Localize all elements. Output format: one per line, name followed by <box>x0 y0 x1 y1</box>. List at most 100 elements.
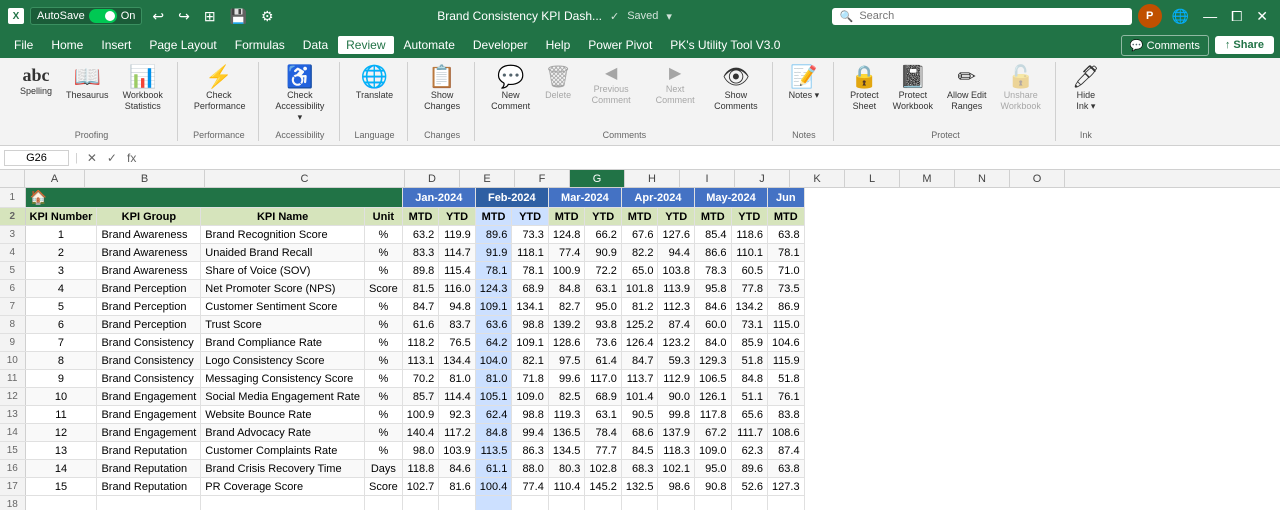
delete-comment-label: Delete <box>545 90 571 101</box>
share-button[interactable]: ↑ Share <box>1215 36 1274 54</box>
col-header-g[interactable]: G <box>570 170 625 187</box>
autosave-state: On <box>121 10 136 22</box>
menu-power-pivot[interactable]: Power Pivot <box>580 36 660 54</box>
protect-workbook-icon: 📓 <box>899 66 926 88</box>
delete-comment-button[interactable]: 🗑 Delete <box>538 62 578 128</box>
menu-insert[interactable]: Insert <box>93 36 139 54</box>
cell-reference-input[interactable] <box>4 150 69 166</box>
apr-2024-header: Apr-2024 <box>621 188 694 208</box>
more-commands-button[interactable]: ⚙ <box>257 6 278 27</box>
autosave-label: AutoSave <box>37 10 85 22</box>
menu-formulas[interactable]: Formulas <box>227 36 293 54</box>
col-header-c[interactable]: C <box>205 170 405 187</box>
mtd-1-header: MTD <box>402 208 439 226</box>
web-icon[interactable]: 🌐 <box>1168 6 1193 27</box>
menu-home[interactable]: Home <box>43 36 91 54</box>
col-header-d[interactable]: D <box>405 170 460 187</box>
redo-button[interactable]: ↪ <box>174 6 194 27</box>
table-row: 14 12 Brand Engagement Brand Advocacy Ra… <box>0 424 804 442</box>
table-row-18: 18 <box>0 496 804 510</box>
performance-buttons: ⚡ CheckPerformance <box>188 62 250 128</box>
menu-review[interactable]: Review <box>338 36 393 54</box>
col-header-j[interactable]: J <box>735 170 790 187</box>
comments-button[interactable]: 💬 Comments <box>1121 35 1209 56</box>
profile-avatar[interactable]: P <box>1138 4 1162 28</box>
row-header-2: 2 <box>0 208 25 226</box>
workbook-statistics-button[interactable]: 📊 WorkbookStatistics <box>117 62 169 128</box>
col-header-l[interactable]: L <box>845 170 900 187</box>
mtd-2-header: MTD <box>475 208 512 226</box>
changes-label: Changes <box>424 128 460 140</box>
next-comment-label: Next Comment <box>650 84 700 106</box>
col-header-o[interactable]: O <box>1010 170 1065 187</box>
thesaurus-button[interactable]: 📖 Thesaurus <box>60 62 115 128</box>
statistics-label: WorkbookStatistics <box>123 90 163 112</box>
autosave-badge[interactable]: AutoSave On <box>30 7 142 25</box>
titlebar-right: 🔍 P 🌐 — ⧠ ✕ <box>832 4 1272 28</box>
ribbon: abc Spelling 📖 Thesaurus 📊 WorkbookStati… <box>0 58 1280 146</box>
quick-access-button[interactable]: ⊞ <box>200 6 220 27</box>
show-comments-label: ShowComments <box>714 90 758 112</box>
spelling-icon: abc <box>23 66 50 84</box>
protect-workbook-button[interactable]: 📓 ProtectWorkbook <box>887 62 939 128</box>
col-header-e[interactable]: E <box>460 170 515 187</box>
menu-file[interactable]: File <box>6 36 41 54</box>
comments-group-label: Comments <box>603 128 647 140</box>
col-header-b[interactable]: B <box>85 170 205 187</box>
ribbon-group-protect: 🔒 ProtectSheet 📓 ProtectWorkbook ✏ Allow… <box>836 62 1056 141</box>
accessibility-icon: ♿ <box>286 66 313 88</box>
formula-input[interactable] <box>143 151 1276 165</box>
undo-button[interactable]: ↩ <box>148 6 168 27</box>
menu-data[interactable]: Data <box>295 36 336 54</box>
table-row: 8 6 Brand Perception Trust Score % 61.6 … <box>0 316 804 334</box>
new-comment-button[interactable]: 💬 NewComment <box>485 62 536 128</box>
col-header-k[interactable]: K <box>790 170 845 187</box>
translate-label: Translate <box>356 90 393 101</box>
show-changes-button[interactable]: 📋 ShowChanges <box>418 62 466 128</box>
col-header-n[interactable]: N <box>955 170 1010 187</box>
restore-button[interactable]: ⧠ <box>1227 6 1246 27</box>
search-input[interactable] <box>859 10 1123 22</box>
spelling-button[interactable]: abc Spelling <box>14 62 58 128</box>
next-comment-button[interactable]: ▶ Next Comment <box>644 62 706 128</box>
check-performance-button[interactable]: ⚡ CheckPerformance <box>188 62 250 128</box>
menu-page-layout[interactable]: Page Layout <box>141 36 224 54</box>
col-header-i[interactable]: I <box>680 170 735 187</box>
autosave-toggle[interactable] <box>89 9 117 23</box>
translate-button[interactable]: 🌐 Translate <box>350 62 399 128</box>
close-button[interactable]: ✕ <box>1252 6 1272 27</box>
insert-function-icon[interactable]: fx <box>124 151 139 165</box>
unshare-workbook-button[interactable]: 🔓 UnshareWorkbook <box>995 62 1047 128</box>
menu-automate[interactable]: Automate <box>396 36 463 54</box>
protect-sheet-button[interactable]: 🔒 ProtectSheet <box>844 62 885 128</box>
search-box[interactable]: 🔍 <box>832 8 1132 25</box>
show-changes-icon: 📋 <box>428 66 455 88</box>
show-comments-button[interactable]: 👁 ShowComments <box>708 62 764 128</box>
hide-ink-button[interactable]: 🖊 HideInk ▾ <box>1066 62 1106 128</box>
previous-comment-button[interactable]: ◀ Previous Comment <box>580 62 642 128</box>
allow-edit-ranges-button[interactable]: ✏ Allow EditRanges <box>941 62 993 128</box>
notes-group-label: Notes <box>792 128 816 140</box>
minimize-button[interactable]: — <box>1199 6 1221 26</box>
col-header-h[interactable]: H <box>625 170 680 187</box>
menu-developer[interactable]: Developer <box>465 36 536 54</box>
ink-buttons: 🖊 HideInk ▾ <box>1066 62 1106 128</box>
menu-help[interactable]: Help <box>538 36 579 54</box>
check-accessibility-button[interactable]: ♿ CheckAccessibility ▾ <box>269 62 331 128</box>
menu-pk-utility[interactable]: PK's Utility Tool V3.0 <box>662 36 788 54</box>
cancel-icon[interactable]: ✕ <box>84 151 100 165</box>
notes-button[interactable]: 📝 Notes ▾ <box>783 62 826 128</box>
kpi-name-header: KPI Name <box>201 208 365 226</box>
kpi-num-header: KPI Number <box>25 208 97 226</box>
save-button[interactable]: 💾 <box>226 6 251 27</box>
table-row: 17 15 Brand Reputation PR Coverage Score… <box>0 478 804 496</box>
col-header-m[interactable]: M <box>900 170 955 187</box>
check-perf-icon: ⚡ <box>205 66 232 88</box>
col-header-f[interactable]: F <box>515 170 570 187</box>
may-2024-header: May-2024 <box>694 188 767 208</box>
col-header-a[interactable]: A <box>25 170 85 187</box>
table-row: 7 5 Brand Perception Customer Sentiment … <box>0 298 804 316</box>
formulabar: | ✕ ✓ fx <box>0 146 1280 170</box>
column-header-row: A B C D E F G H I J K L M N O <box>0 170 1280 188</box>
confirm-icon[interactable]: ✓ <box>104 151 120 165</box>
